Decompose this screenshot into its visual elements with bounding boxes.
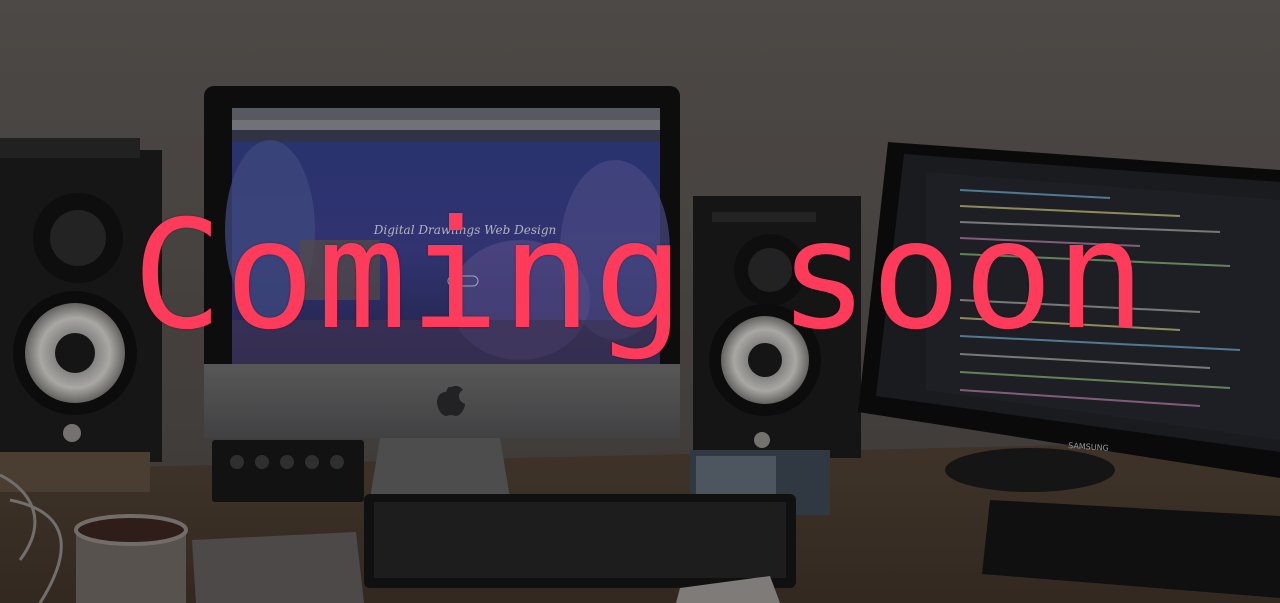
coming-soon-headline: Coming soon <box>132 189 1148 363</box>
